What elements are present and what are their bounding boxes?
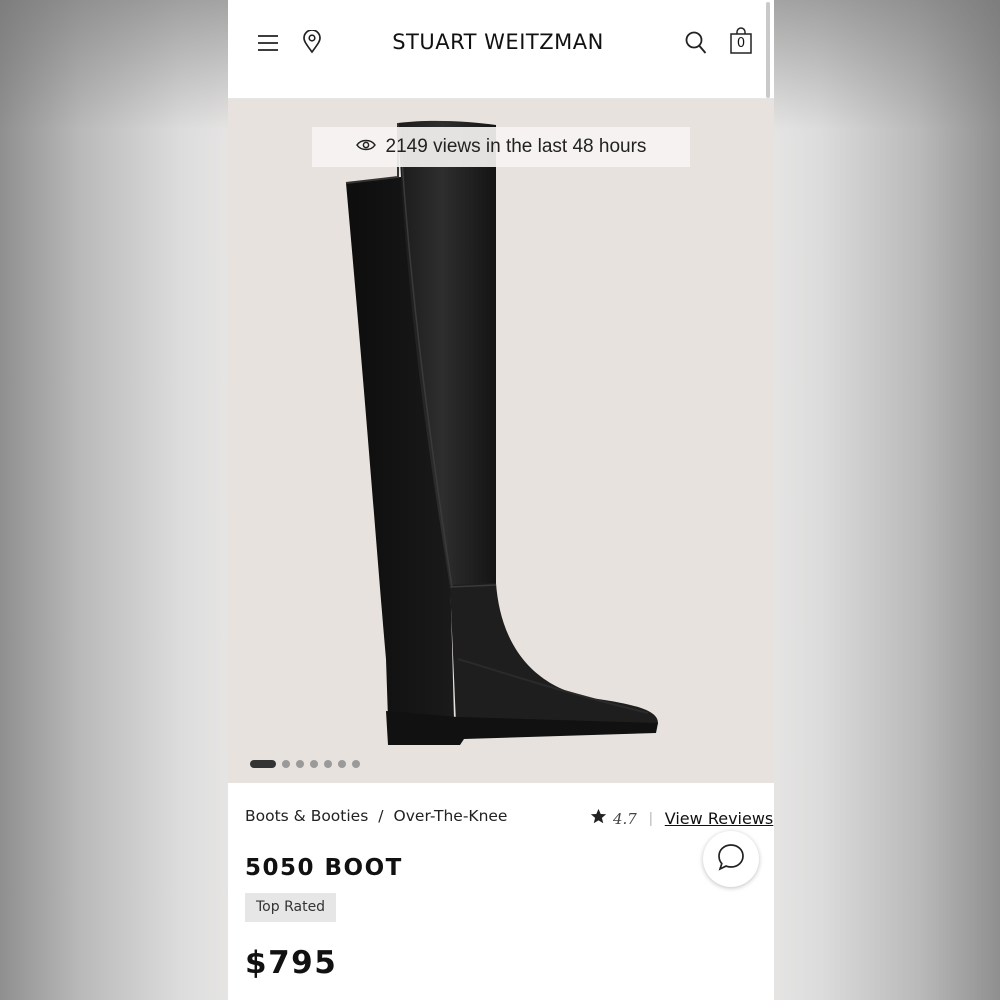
star-icon [590, 808, 607, 829]
chat-bubble-icon [716, 842, 746, 877]
product-price: $795 [245, 945, 338, 981]
search-icon[interactable] [684, 30, 708, 56]
chat-button[interactable] [703, 831, 759, 887]
brand-logo[interactable]: STUART WEITZMAN [360, 28, 636, 56]
hamburger-menu-icon[interactable] [256, 31, 280, 55]
views-banner: 2149 views in the last 48 hours [312, 127, 690, 167]
breadcrumb-separator: / [378, 807, 384, 825]
scrollbar[interactable] [766, 2, 770, 98]
breadcrumb-over-the-knee[interactable]: Over-The-Knee [394, 807, 508, 825]
rating-summary: 4.7 | View Reviews [590, 808, 773, 829]
carousel-dot[interactable] [282, 760, 290, 768]
carousel-dot[interactable] [250, 760, 276, 768]
top-rated-badge: Top Rated [245, 893, 337, 922]
carousel-dot[interactable] [310, 760, 318, 768]
carousel-dot[interactable] [338, 760, 346, 768]
product-image [345, 120, 658, 745]
mobile-viewport: STUART WEITZMAN 0 2149 views in the last… [228, 0, 774, 1000]
rating-score: 4.7 [613, 809, 637, 828]
product-name: 5050 BOOT [245, 855, 403, 881]
rating-divider: | [648, 810, 653, 827]
carousel-dot[interactable] [296, 760, 304, 768]
carousel-dot[interactable] [352, 760, 360, 768]
location-pin-icon[interactable] [300, 29, 324, 55]
site-header: STUART WEITZMAN 0 [228, 0, 774, 99]
views-text: 2149 views in the last 48 hours [385, 136, 647, 157]
breadcrumb-boots-booties[interactable]: Boots & Booties [245, 807, 368, 825]
breadcrumb: Boots & Booties / Over-The-Knee [245, 807, 507, 825]
view-reviews-link[interactable]: View Reviews [665, 809, 773, 828]
carousel-dot[interactable] [324, 760, 332, 768]
product-image-carousel[interactable]: 2149 views in the last 48 hours [228, 99, 774, 783]
carousel-dots [250, 759, 360, 769]
product-info: Boots & Booties / Over-The-Knee 4.7 | Vi… [228, 783, 774, 1000]
eye-icon [355, 136, 376, 158]
shopping-bag-icon[interactable]: 0 [729, 27, 753, 55]
cart-count: 0 [736, 36, 746, 51]
